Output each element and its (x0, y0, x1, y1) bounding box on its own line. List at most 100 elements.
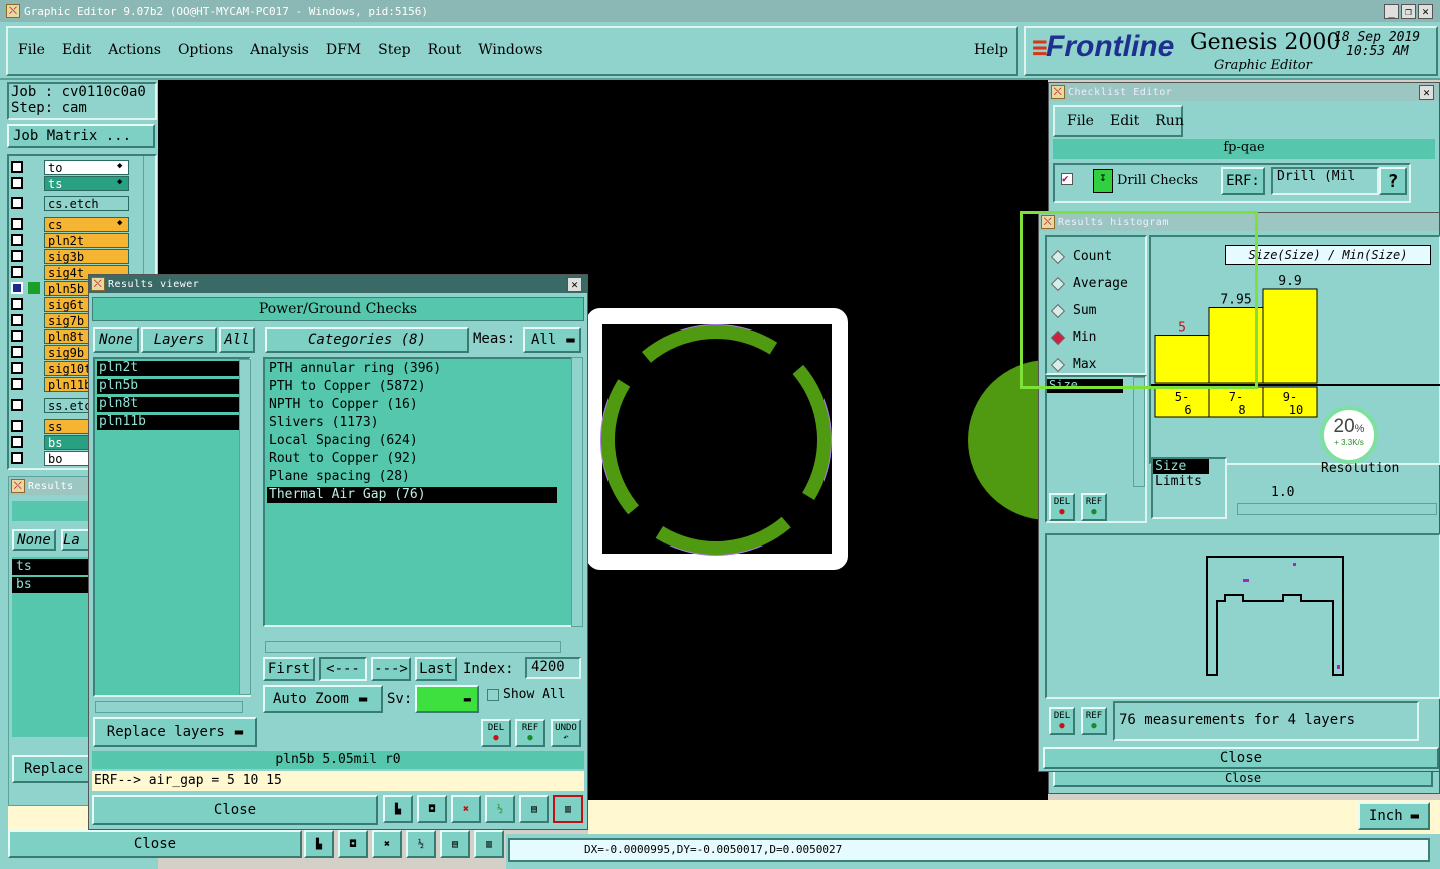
resolution-slider[interactable] (1237, 503, 1437, 515)
category-item[interactable]: Rout to Copper (92) (267, 451, 557, 467)
checklist-menu-file[interactable]: File (1067, 113, 1094, 129)
layer-name[interactable]: pln2t (44, 233, 129, 248)
sv-select[interactable]: ▬ (415, 685, 479, 713)
last-button[interactable]: Last (415, 657, 457, 681)
layer-checkbox[interactable] (11, 177, 23, 189)
ref-button[interactable]: REF ● (515, 719, 545, 747)
prev-button[interactable]: <--- (319, 657, 367, 681)
histogram-icon[interactable]: ▥ (474, 830, 504, 858)
layer-checkbox[interactable] (11, 378, 23, 390)
index-input[interactable]: 4200 (525, 657, 581, 679)
layer-list-item[interactable]: pln5b (97, 379, 239, 394)
histogram-icon[interactable]: ▥ (553, 795, 583, 823)
minimize-icon[interactable]: _ (1384, 4, 1399, 19)
report-icon[interactable]: ▤ (440, 830, 470, 858)
next-button[interactable]: ---> (371, 657, 411, 681)
layer-checkbox[interactable] (11, 234, 23, 246)
layer-row[interactable]: to ◆ (11, 160, 129, 175)
half-icon[interactable]: ½ (485, 795, 515, 823)
del-button[interactable]: DEL ● (481, 719, 511, 747)
layer-checkbox[interactable] (11, 161, 23, 173)
layer-checkbox[interactable] (11, 330, 23, 342)
undo-button[interactable]: UNDO ↶ (551, 719, 581, 747)
half-icon[interactable]: ½ (406, 830, 436, 858)
list-item[interactable]: ts (12, 559, 92, 575)
category-item[interactable]: Local Spacing (624) (267, 433, 557, 449)
auto-zoom-select[interactable]: Auto Zoom ▬ (263, 685, 383, 713)
layer-name[interactable]: sig3b (44, 249, 129, 264)
category-item[interactable]: Slivers (1173) (267, 415, 557, 431)
replace-layers-select[interactable]: Replace layers ▬ (93, 717, 257, 747)
layer-list-item[interactable]: pln2t (97, 361, 239, 376)
restore-icon[interactable]: ❐ (1401, 4, 1416, 19)
layer-checkbox[interactable] (11, 314, 23, 326)
results-viewer-close-button[interactable]: Close (92, 795, 378, 825)
categories-hscroll[interactable] (265, 641, 561, 653)
layers-label-button[interactable]: Layers (141, 327, 217, 353)
layer-checkbox[interactable] (11, 197, 23, 209)
layer-checkbox[interactable] (11, 452, 23, 464)
layer-checkbox[interactable] (11, 362, 23, 374)
category-item[interactable]: NPTH to Copper (16) (267, 397, 557, 413)
layer-checkbox[interactable] (11, 298, 23, 310)
histogram-ref-button-top[interactable]: REF ● (1081, 493, 1107, 521)
layer-checkbox[interactable] (11, 218, 23, 230)
results-viewer-close-icon[interactable]: ✕ (567, 277, 582, 292)
histogram-del-button-top[interactable]: DEL ● (1049, 493, 1075, 521)
menu-file[interactable]: File (18, 42, 45, 58)
menu-edit[interactable]: Edit (62, 42, 91, 58)
report-icon[interactable]: ▤ (519, 795, 549, 823)
erf-label[interactable]: ERF: (1221, 167, 1265, 195)
layer-checkbox[interactable] (11, 266, 23, 278)
results-layer-hscroll[interactable] (95, 701, 243, 713)
layer-checkbox[interactable] (11, 282, 23, 294)
size-list-scrollbar[interactable] (1133, 377, 1145, 487)
show-all-checkbox[interactable] (487, 689, 499, 701)
layer-row[interactable]: cs.etch (11, 196, 129, 211)
size-limits-size[interactable]: Size (1153, 459, 1209, 474)
meas-select[interactable]: All ▬ (523, 327, 581, 353)
histogram-close-button[interactable]: Close (1043, 747, 1439, 769)
flag-icon[interactable]: ▙ (383, 795, 413, 823)
list-item[interactable]: bs (12, 577, 92, 593)
check-name[interactable]: Drill Checks (1117, 173, 1198, 188)
check-enabled-checkbox[interactable]: ✔ (1061, 173, 1073, 185)
category-item[interactable]: Thermal Air Gap (76) (267, 487, 557, 503)
layer-checkbox[interactable] (11, 436, 23, 448)
checklist-menu-edit[interactable]: Edit (1110, 113, 1139, 129)
category-item[interactable]: PTH to Copper (5872) (267, 379, 557, 395)
layer-checkbox[interactable] (11, 346, 23, 358)
layer-checkbox[interactable] (11, 420, 23, 432)
layer-checkbox[interactable] (11, 399, 23, 411)
layers-none-button[interactable]: None (93, 327, 139, 353)
menu-analysis[interactable]: Analysis (250, 42, 309, 58)
menu-rout[interactable]: Rout (428, 42, 462, 58)
layer-name[interactable]: cs.etch (44, 196, 129, 211)
category-item[interactable]: PTH annular ring (396) (267, 361, 557, 377)
results-back-none-button[interactable]: None (12, 529, 56, 551)
record-icon[interactable]: ◘ (417, 795, 447, 823)
categories-scrollbar[interactable] (571, 357, 583, 627)
results-layer-scrollbar[interactable] (239, 359, 251, 695)
menu-actions[interactable]: Actions (108, 42, 161, 58)
menu-dfm[interactable]: DFM (326, 42, 361, 58)
layer-checkbox[interactable] (11, 250, 23, 262)
first-button[interactable]: First (263, 657, 315, 681)
layer-row[interactable]: sig3b (11, 249, 129, 264)
layer-list-item[interactable]: pln8t (97, 397, 239, 412)
results-back-close-button[interactable]: Close (8, 830, 302, 858)
layer-list-item[interactable]: pln11b (97, 415, 239, 430)
menu-windows[interactable]: Windows (478, 42, 542, 58)
erf-value[interactable]: Drill (Mil (1271, 167, 1379, 195)
help-button[interactable]: ? (1379, 167, 1407, 195)
checklist-menu-run[interactable]: Run (1155, 113, 1184, 129)
histogram-ref-button[interactable]: REF ● (1081, 707, 1107, 735)
menu-step[interactable]: Step (378, 42, 410, 58)
menu-help[interactable]: Help (974, 42, 1008, 58)
job-matrix-button[interactable]: Job Matrix ... (7, 124, 155, 148)
flag-icon[interactable]: ▙ (304, 830, 334, 858)
results-back-replace-button[interactable]: Replace (12, 755, 94, 783)
histogram-del-button[interactable]: DEL ● (1049, 707, 1075, 735)
category-item[interactable]: Plane spacing (28) (267, 469, 557, 485)
layer-row[interactable]: pln2t (11, 233, 129, 248)
